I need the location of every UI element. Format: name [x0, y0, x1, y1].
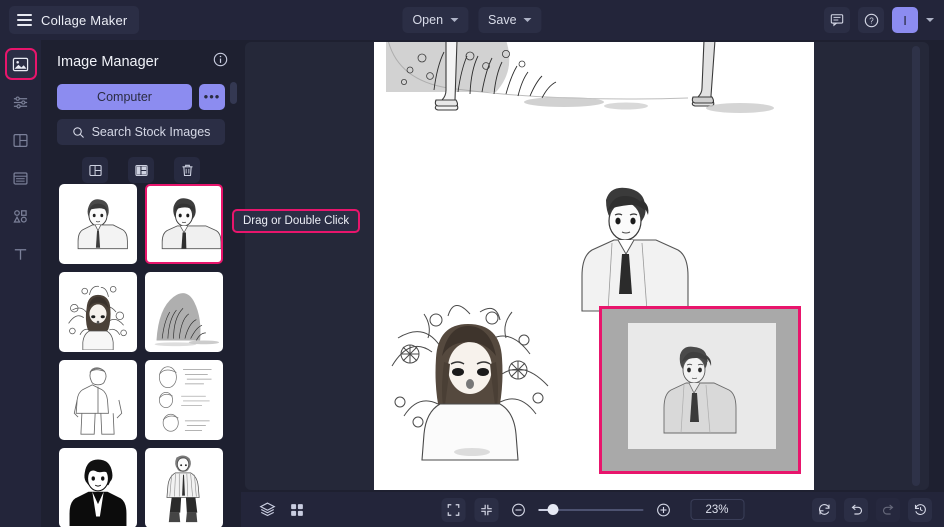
reset-button[interactable]: [812, 497, 836, 522]
panel-tools: [41, 145, 241, 183]
view-modes: [256, 499, 308, 521]
hamburger-icon[interactable]: [17, 14, 32, 26]
image-icon: [12, 57, 29, 71]
bottom-bar: 23%: [241, 492, 944, 527]
sidebar-item-templates[interactable]: [7, 164, 35, 192]
fullscreen-icon: [447, 503, 459, 516]
layers-button[interactable]: [256, 499, 278, 521]
canvas-viewport[interactable]: [245, 42, 929, 490]
slider-thumb[interactable]: [547, 504, 558, 515]
frame-image: [628, 323, 776, 449]
list-item[interactable]: [145, 184, 223, 264]
history-icon: [914, 504, 926, 515]
account-chevron-down-icon[interactable]: [926, 18, 934, 22]
zoom-in-icon: [656, 503, 670, 516]
computer-button[interactable]: Computer: [57, 84, 192, 110]
zoom-out-button[interactable]: [507, 499, 529, 521]
account-actions: ? I: [824, 7, 934, 33]
sidebar-item-text[interactable]: [7, 240, 35, 268]
chevron-down-icon: [450, 18, 459, 22]
list-item[interactable]: [145, 272, 223, 352]
redo-icon: [882, 504, 893, 515]
zoom-level-input[interactable]: 23%: [690, 499, 744, 520]
sliders-icon: [13, 96, 28, 108]
layout-filled-icon: [134, 164, 148, 176]
shapes-icon: [13, 209, 27, 223]
selected-image-frame[interactable]: [599, 306, 801, 474]
canvas-vertical-scrollbar[interactable]: [912, 46, 920, 486]
layout-outline-icon: [88, 164, 102, 176]
grid-view-button[interactable]: [286, 499, 308, 521]
history-button[interactable]: [908, 497, 932, 522]
thumbnail-grid: [41, 180, 241, 527]
more-sources-button[interactable]: •••: [199, 84, 225, 110]
list-icon: [13, 171, 28, 185]
chat-icon: [830, 14, 844, 27]
avatar-initial: I: [903, 12, 907, 28]
list-item[interactable]: [145, 360, 223, 440]
search-icon: [72, 126, 84, 138]
fit-screen-button[interactable]: [474, 497, 498, 522]
chat-button[interactable]: [824, 7, 850, 33]
search-label: Search Stock Images: [91, 125, 211, 139]
text-icon: [14, 248, 27, 260]
app-menu-button[interactable]: Collage Maker: [9, 6, 140, 34]
save-label: Save: [488, 13, 517, 27]
thumbnail-scrollbar[interactable]: [230, 82, 237, 104]
source-buttons: Computer •••: [41, 72, 241, 110]
list-item[interactable]: [59, 448, 137, 527]
zoom-out-icon: [511, 503, 525, 516]
reset-icon: [818, 504, 830, 515]
redo-button[interactable]: [876, 497, 900, 522]
top-bar: Collage Maker Open Save ? I: [0, 0, 944, 40]
computer-label: Computer: [97, 90, 152, 104]
sidebar-item-layouts[interactable]: [7, 126, 35, 154]
grid-icon: [291, 503, 303, 516]
image-manager-panel: Image Manager Computer ••• Search Stock …: [41, 40, 241, 527]
history-controls: [812, 497, 932, 522]
undo-icon: [851, 504, 862, 515]
more-label: •••: [203, 89, 221, 104]
info-button[interactable]: [213, 52, 228, 72]
undo-button[interactable]: [844, 497, 868, 522]
save-button[interactable]: Save: [478, 7, 542, 33]
avatar[interactable]: I: [892, 7, 918, 33]
sidebar-item-shapes[interactable]: [7, 202, 35, 230]
zoom-in-button[interactable]: [652, 499, 674, 521]
info-icon: [213, 52, 228, 67]
list-item[interactable]: [145, 448, 223, 527]
fullscreen-button[interactable]: [441, 497, 465, 522]
list-item[interactable]: [59, 184, 137, 264]
page-title: Image Manager: [57, 54, 159, 70]
sidebar-item-image-manager[interactable]: [4, 48, 37, 80]
sidebar-item-adjustments[interactable]: [7, 88, 35, 116]
trash-icon: [182, 164, 192, 176]
app-title: Collage Maker: [41, 12, 128, 28]
svg-text:?: ?: [869, 16, 874, 25]
help-button[interactable]: ?: [858, 7, 884, 33]
open-label: Open: [412, 13, 444, 27]
help-icon: ?: [864, 13, 878, 27]
zoom-controls: 23%: [441, 497, 744, 522]
collage-page[interactable]: [374, 42, 814, 490]
list-item[interactable]: [59, 272, 137, 352]
search-stock-images-button[interactable]: Search Stock Images: [57, 119, 225, 145]
list-item[interactable]: [59, 360, 137, 440]
chevron-down-icon: [523, 18, 532, 22]
layout-icon: [13, 133, 28, 147]
open-button[interactable]: Open: [402, 7, 469, 33]
tooltip: Drag or Double Click: [232, 209, 361, 233]
fit-screen-icon: [480, 504, 492, 515]
zoom-slider[interactable]: [538, 503, 643, 517]
file-actions: Open Save: [402, 7, 542, 33]
tool-rail: [0, 40, 41, 527]
layers-icon: [258, 502, 276, 517]
canvas-area[interactable]: [241, 40, 944, 492]
panel-header: Image Manager: [41, 40, 241, 72]
